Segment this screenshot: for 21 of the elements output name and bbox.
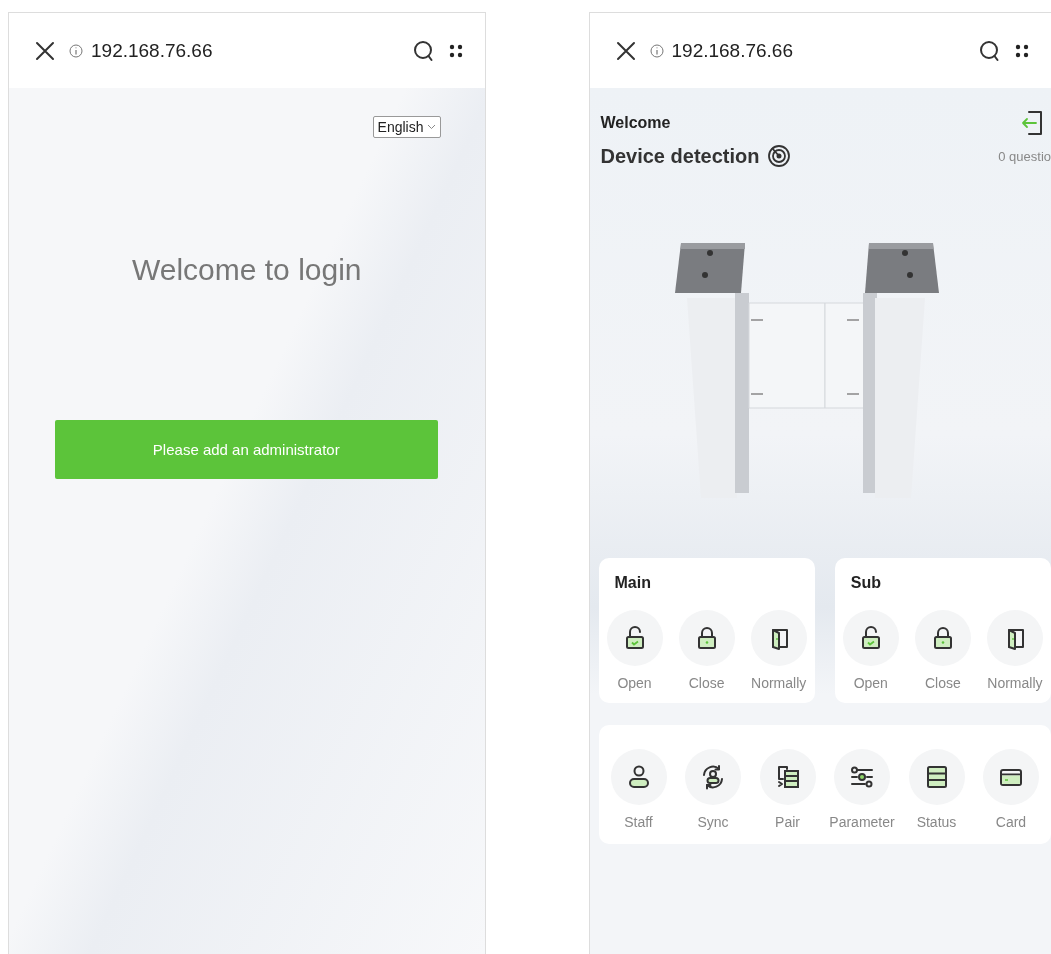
section-title: Device detection (600, 144, 760, 168)
url-text[interactable]: 192.168.76.66 (91, 39, 213, 62)
greeting-text: Welcome (600, 114, 671, 132)
info-icon[interactable] (69, 43, 83, 58)
card-title: Main (613, 574, 652, 592)
close-icon[interactable] (35, 40, 55, 61)
dots-menu-icon[interactable] (448, 42, 463, 59)
search-icon[interactable] (979, 39, 1001, 62)
login-title: Welcome to login (130, 253, 363, 287)
close-icon[interactable] (615, 40, 636, 61)
url-text[interactable]: 192.168.76.66 (671, 39, 793, 62)
search-icon[interactable] (412, 39, 435, 62)
caret-icon (426, 124, 436, 130)
info-icon[interactable] (649, 43, 664, 58)
card-title: Sub (849, 574, 882, 592)
dots-menu-icon[interactable] (1015, 42, 1029, 59)
logout-icon[interactable] (1021, 110, 1043, 136)
radar-icon[interactable] (767, 144, 792, 168)
question-count[interactable]: 0 questio (998, 148, 1051, 164)
add-administrator-button[interactable]: Please add an administrator (55, 420, 438, 479)
language-select[interactable]: English (372, 116, 441, 138)
